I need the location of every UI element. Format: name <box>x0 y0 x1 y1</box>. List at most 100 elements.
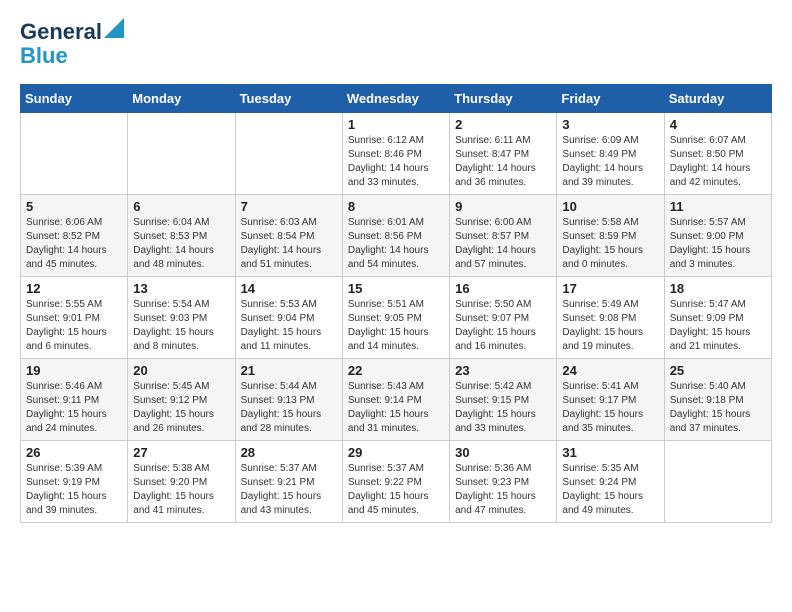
day-info: Sunrise: 6:07 AM Sunset: 8:50 PM Dayligh… <box>670 134 766 190</box>
day-info: Sunrise: 5:58 AM Sunset: 8:59 PM Dayligh… <box>562 216 658 272</box>
calendar-cell: 16 Sunrise: 5:50 AM Sunset: 9:07 PM Dayli… <box>450 277 557 359</box>
calendar-cell: 7 Sunrise: 6:03 AM Sunset: 8:54 PM Daylig… <box>235 195 342 277</box>
day-number: 26 <box>26 445 122 460</box>
day-info: Sunrise: 5:42 AM Sunset: 9:15 PM Dayligh… <box>455 380 551 436</box>
calendar-cell: 9 Sunrise: 6:00 AM Sunset: 8:57 PM Daylig… <box>450 195 557 277</box>
weekday-header-sunday: Sunday <box>21 85 128 113</box>
calendar-cell: 31 Sunrise: 5:35 AM Sunset: 9:24 PM Dayli… <box>557 441 664 523</box>
page-header: General Blue <box>20 20 772 68</box>
calendar-cell: 17 Sunrise: 5:49 AM Sunset: 9:08 PM Dayli… <box>557 277 664 359</box>
calendar-week-row: 1 Sunrise: 6:12 AM Sunset: 8:46 PM Daylig… <box>21 113 772 195</box>
logo: General Blue <box>20 20 124 68</box>
day-number: 24 <box>562 363 658 378</box>
day-number: 1 <box>348 117 444 132</box>
calendar-cell <box>21 113 128 195</box>
day-number: 3 <box>562 117 658 132</box>
day-info: Sunrise: 6:01 AM Sunset: 8:56 PM Dayligh… <box>348 216 444 272</box>
day-number: 27 <box>133 445 229 460</box>
calendar-cell: 30 Sunrise: 5:36 AM Sunset: 9:23 PM Dayli… <box>450 441 557 523</box>
day-number: 6 <box>133 199 229 214</box>
day-info: Sunrise: 5:44 AM Sunset: 9:13 PM Dayligh… <box>241 380 337 436</box>
calendar-cell: 28 Sunrise: 5:37 AM Sunset: 9:21 PM Dayli… <box>235 441 342 523</box>
day-number: 7 <box>241 199 337 214</box>
weekday-header-monday: Monday <box>128 85 235 113</box>
day-info: Sunrise: 5:37 AM Sunset: 9:22 PM Dayligh… <box>348 462 444 518</box>
day-number: 9 <box>455 199 551 214</box>
day-info: Sunrise: 6:06 AM Sunset: 8:52 PM Dayligh… <box>26 216 122 272</box>
day-number: 28 <box>241 445 337 460</box>
calendar-cell: 12 Sunrise: 5:55 AM Sunset: 9:01 PM Dayli… <box>21 277 128 359</box>
logo-text-line2: Blue <box>20 43 68 68</box>
day-info: Sunrise: 5:53 AM Sunset: 9:04 PM Dayligh… <box>241 298 337 354</box>
weekday-header-thursday: Thursday <box>450 85 557 113</box>
weekday-header-friday: Friday <box>557 85 664 113</box>
day-info: Sunrise: 5:39 AM Sunset: 9:19 PM Dayligh… <box>26 462 122 518</box>
calendar-cell: 2Sunrise: 6:11 AM Sunset: 8:47 PM Daylig… <box>450 113 557 195</box>
calendar-week-row: 26 Sunrise: 5:39 AM Sunset: 9:19 PM Dayli… <box>21 441 772 523</box>
day-number: 2 <box>455 117 551 132</box>
day-info: Sunrise: 5:41 AM Sunset: 9:17 PM Dayligh… <box>562 380 658 436</box>
calendar-cell <box>235 113 342 195</box>
day-info: Sunrise: 6:03 AM Sunset: 8:54 PM Dayligh… <box>241 216 337 272</box>
calendar-cell: 29Sunrise: 5:37 AM Sunset: 9:22 PM Dayli… <box>342 441 449 523</box>
day-info: Sunrise: 6:00 AM Sunset: 8:57 PM Dayligh… <box>455 216 551 272</box>
day-info: Sunrise: 5:43 AM Sunset: 9:14 PM Dayligh… <box>348 380 444 436</box>
day-number: 15 <box>348 281 444 296</box>
calendar-cell: 1 Sunrise: 6:12 AM Sunset: 8:46 PM Daylig… <box>342 113 449 195</box>
calendar-cell: 24 Sunrise: 5:41 AM Sunset: 9:17 PM Dayli… <box>557 359 664 441</box>
day-number: 11 <box>670 199 766 214</box>
calendar-week-row: 5 Sunrise: 6:06 AM Sunset: 8:52 PM Daylig… <box>21 195 772 277</box>
day-info: Sunrise: 5:49 AM Sunset: 9:08 PM Dayligh… <box>562 298 658 354</box>
day-info: Sunrise: 5:45 AM Sunset: 9:12 PM Dayligh… <box>133 380 229 436</box>
calendar-header-row: SundayMondayTuesdayWednesdayThursdayFrid… <box>21 85 772 113</box>
day-number: 14 <box>241 281 337 296</box>
calendar-week-row: 12 Sunrise: 5:55 AM Sunset: 9:01 PM Dayli… <box>21 277 772 359</box>
day-number: 8 <box>348 199 444 214</box>
calendar-cell: 20 Sunrise: 5:45 AM Sunset: 9:12 PM Dayli… <box>128 359 235 441</box>
calendar-cell: 11Sunrise: 5:57 AM Sunset: 9:00 PM Dayli… <box>664 195 771 277</box>
day-number: 30 <box>455 445 551 460</box>
day-number: 17 <box>562 281 658 296</box>
day-info: Sunrise: 5:40 AM Sunset: 9:18 PM Dayligh… <box>670 380 766 436</box>
day-number: 4 <box>670 117 766 132</box>
calendar-cell <box>664 441 771 523</box>
day-info: Sunrise: 6:09 AM Sunset: 8:49 PM Dayligh… <box>562 134 658 190</box>
day-number: 21 <box>241 363 337 378</box>
calendar-cell: 19Sunrise: 5:46 AM Sunset: 9:11 PM Dayli… <box>21 359 128 441</box>
calendar-cell: 5 Sunrise: 6:06 AM Sunset: 8:52 PM Daylig… <box>21 195 128 277</box>
day-number: 19 <box>26 363 122 378</box>
logo-triangle-icon <box>104 18 124 38</box>
day-number: 20 <box>133 363 229 378</box>
day-number: 16 <box>455 281 551 296</box>
day-info: Sunrise: 6:12 AM Sunset: 8:46 PM Dayligh… <box>348 134 444 190</box>
calendar-cell: 14 Sunrise: 5:53 AM Sunset: 9:04 PM Dayli… <box>235 277 342 359</box>
calendar-cell: 3 Sunrise: 6:09 AM Sunset: 8:49 PM Daylig… <box>557 113 664 195</box>
day-number: 22 <box>348 363 444 378</box>
day-info: Sunrise: 5:55 AM Sunset: 9:01 PM Dayligh… <box>26 298 122 354</box>
day-info: Sunrise: 5:36 AM Sunset: 9:23 PM Dayligh… <box>455 462 551 518</box>
day-info: Sunrise: 5:54 AM Sunset: 9:03 PM Dayligh… <box>133 298 229 354</box>
day-number: 10 <box>562 199 658 214</box>
day-number: 13 <box>133 281 229 296</box>
day-number: 25 <box>670 363 766 378</box>
day-info: Sunrise: 5:37 AM Sunset: 9:21 PM Dayligh… <box>241 462 337 518</box>
calendar-cell: 18Sunrise: 5:47 AM Sunset: 9:09 PM Dayli… <box>664 277 771 359</box>
calendar-cell: 25 Sunrise: 5:40 AM Sunset: 9:18 PM Dayli… <box>664 359 771 441</box>
calendar-cell: 26 Sunrise: 5:39 AM Sunset: 9:19 PM Dayli… <box>21 441 128 523</box>
calendar-week-row: 19Sunrise: 5:46 AM Sunset: 9:11 PM Dayli… <box>21 359 772 441</box>
calendar-cell <box>128 113 235 195</box>
calendar-cell: 23 Sunrise: 5:42 AM Sunset: 9:15 PM Dayli… <box>450 359 557 441</box>
day-number: 12 <box>26 281 122 296</box>
day-info: Sunrise: 5:35 AM Sunset: 9:24 PM Dayligh… <box>562 462 658 518</box>
calendar-cell: 6 Sunrise: 6:04 AM Sunset: 8:53 PM Daylig… <box>128 195 235 277</box>
calendar-cell: 21 Sunrise: 5:44 AM Sunset: 9:13 PM Dayli… <box>235 359 342 441</box>
day-info: Sunrise: 6:04 AM Sunset: 8:53 PM Dayligh… <box>133 216 229 272</box>
calendar-table: SundayMondayTuesdayWednesdayThursdayFrid… <box>20 84 772 523</box>
calendar-cell: 4 Sunrise: 6:07 AM Sunset: 8:50 PM Daylig… <box>664 113 771 195</box>
day-number: 31 <box>562 445 658 460</box>
day-info: Sunrise: 5:50 AM Sunset: 9:07 PM Dayligh… <box>455 298 551 354</box>
day-number: 5 <box>26 199 122 214</box>
logo-text-line1: General <box>20 20 102 44</box>
day-number: 23 <box>455 363 551 378</box>
weekday-header-tuesday: Tuesday <box>235 85 342 113</box>
